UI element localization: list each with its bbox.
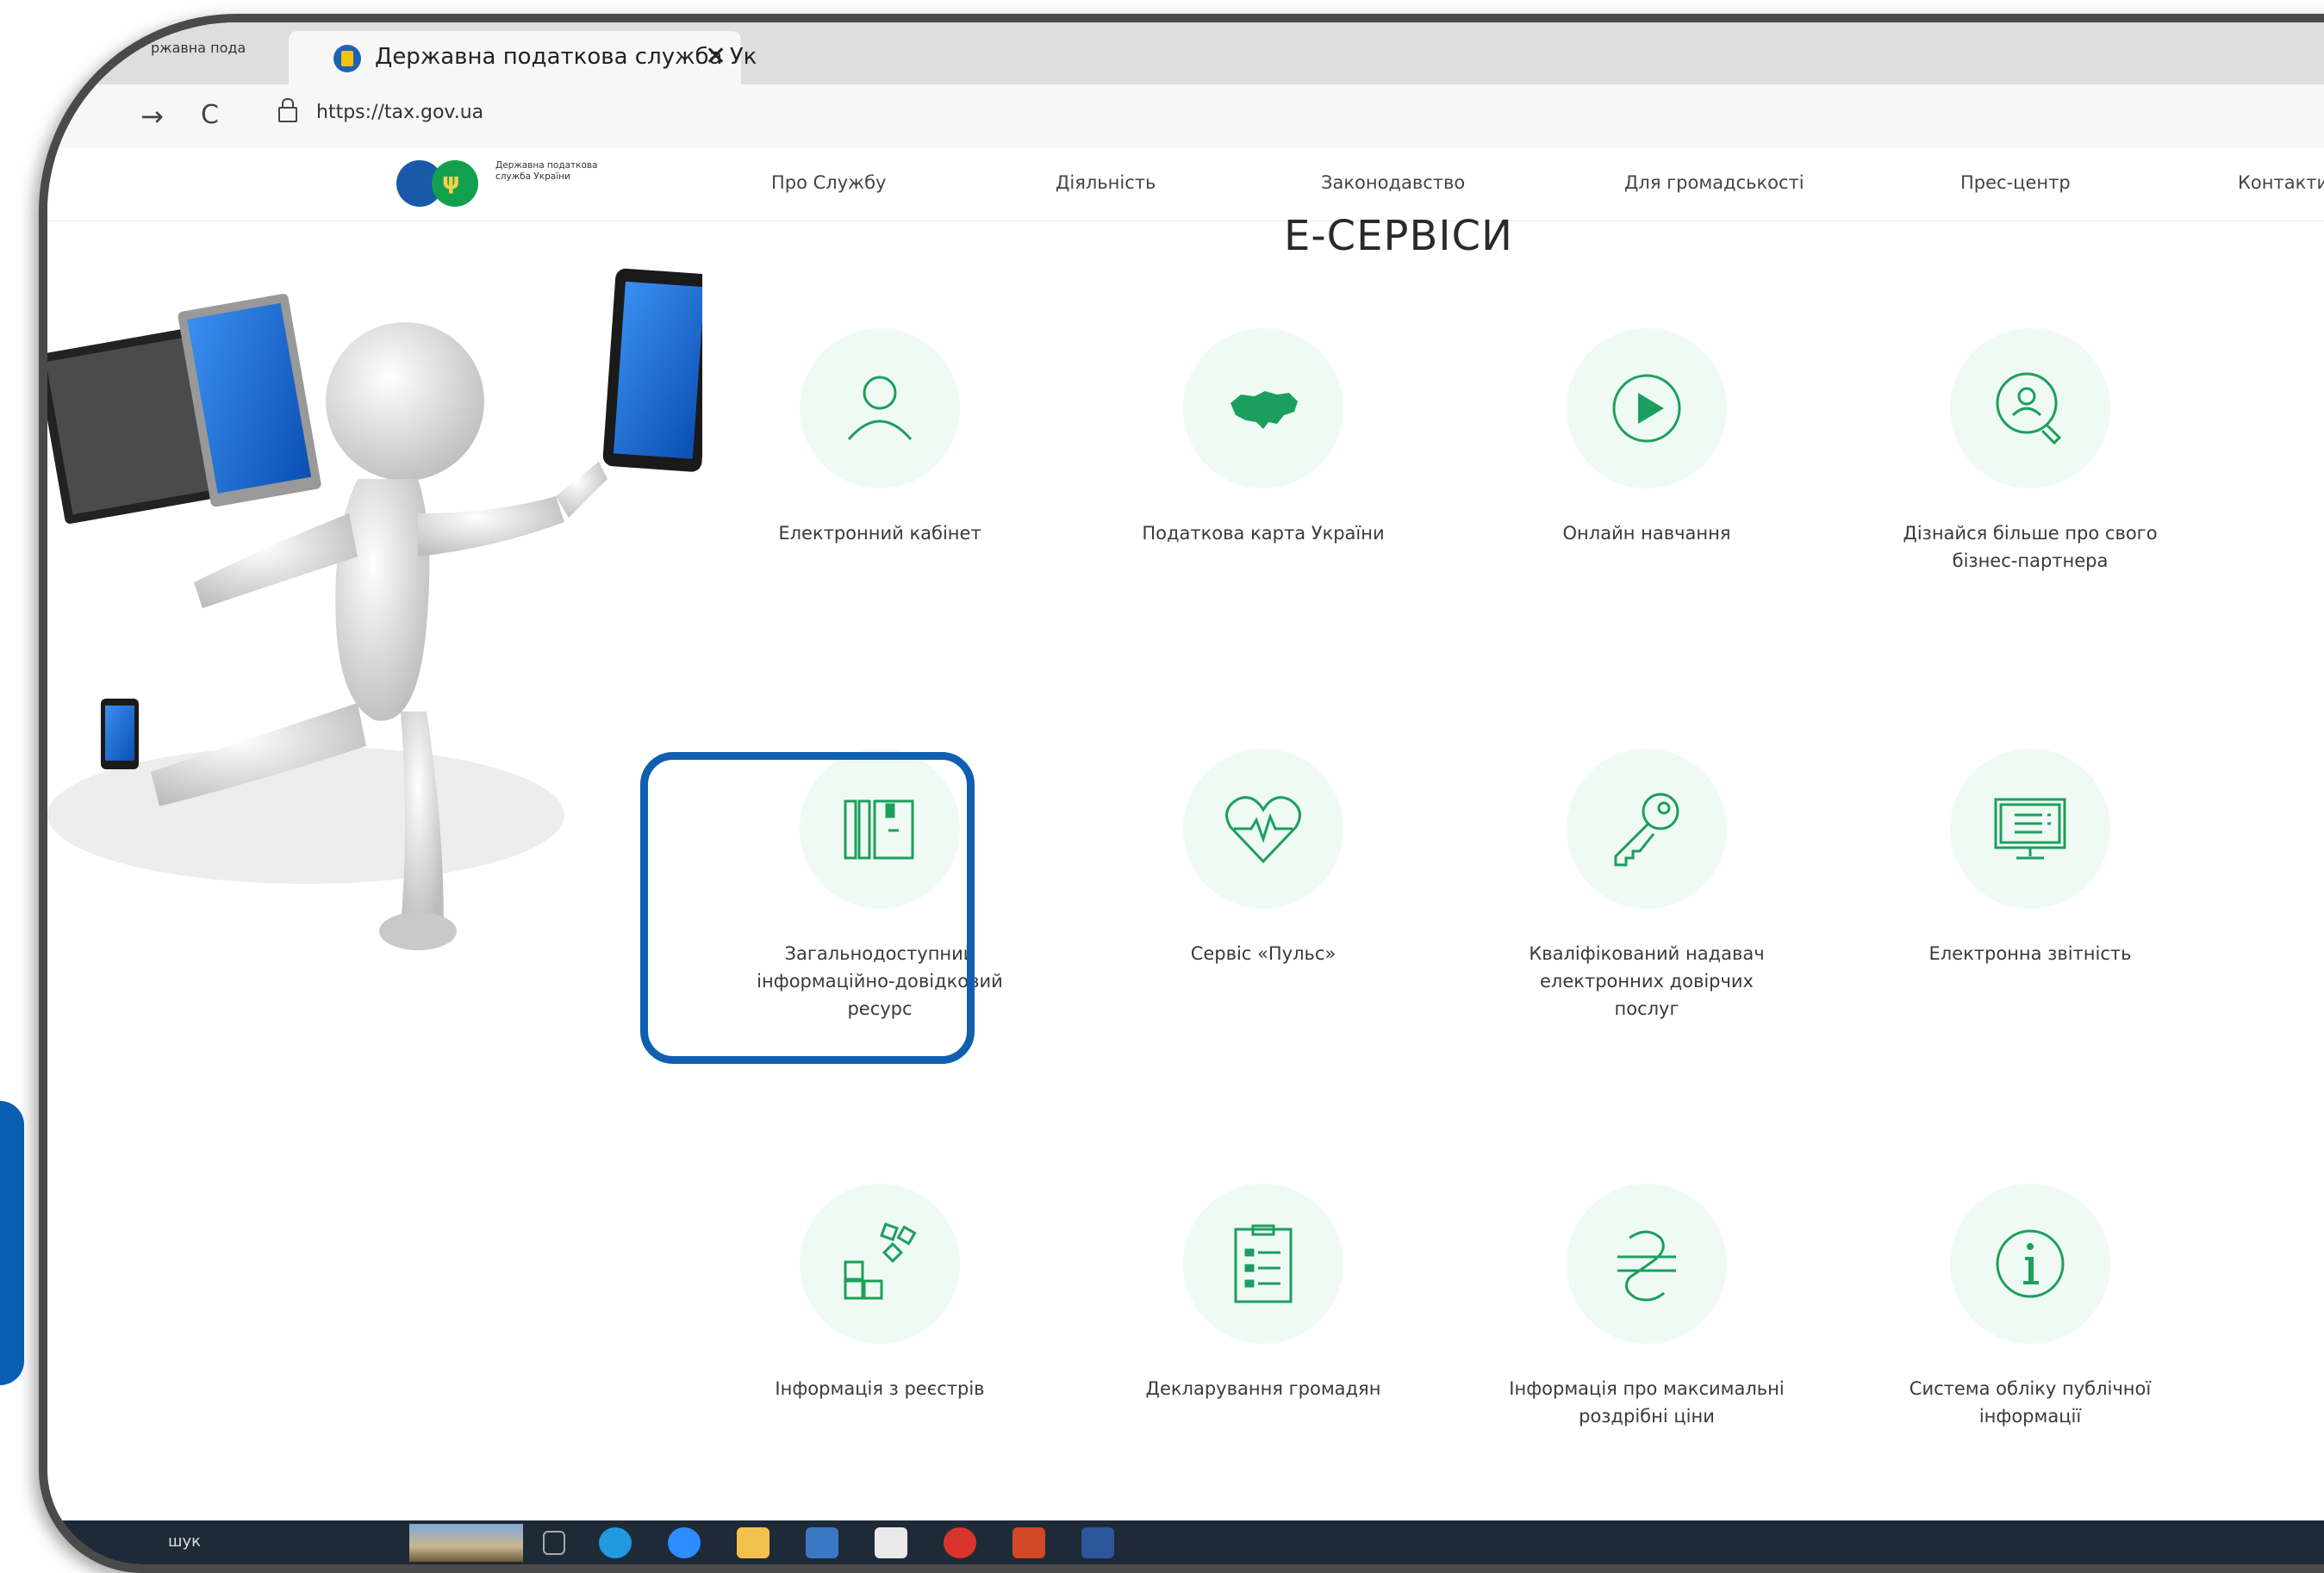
- info-icon: [1996, 1229, 2065, 1298]
- service-icon-circle: [1567, 1184, 1727, 1344]
- page-title: Е-СЕРВІСИ: [1284, 212, 1513, 260]
- taskbar-search[interactable]: шук: [168, 1533, 201, 1551]
- clipboard-list-icon: [1234, 1224, 1293, 1303]
- site-header: ψ Державна податкова служба України Про …: [47, 148, 2324, 221]
- blocks-icon: [844, 1222, 917, 1300]
- lock-icon: [278, 98, 297, 122]
- trident-icon: ψ: [442, 169, 460, 195]
- address-bar: → C https://tax.gov.ua: [47, 84, 2324, 149]
- service-icon-circle: [1950, 1184, 2110, 1344]
- service-icon-circle: [1183, 1184, 1343, 1344]
- nav-contacts[interactable]: Контакти: [2238, 172, 2324, 193]
- service-label: Електронний кабінет: [778, 523, 981, 544]
- play-icon: [1612, 374, 1681, 443]
- close-tab-icon[interactable]: ✕: [705, 41, 726, 72]
- url-field[interactable]: https://tax.gov.ua: [316, 102, 483, 123]
- tab-previous[interactable]: ржавна пода: [151, 40, 246, 56]
- tab-active[interactable]: Державна податкова служба Ук ✕: [289, 31, 757, 84]
- tab-title: Державна податкова служба Ук: [375, 44, 757, 70]
- reload-icon[interactable]: C: [201, 100, 219, 130]
- service-icon-circle: [1567, 749, 1727, 909]
- service-label: Онлайн навчання: [1562, 523, 1731, 544]
- heart-pulse-icon: [1225, 796, 1301, 864]
- tab-bar: ржавна пода Державна податкова служба Ук…: [47, 22, 2324, 84]
- file-explorer-icon[interactable]: [737, 1527, 769, 1558]
- search-user-icon: [1996, 372, 2062, 445]
- user-icon: [847, 376, 913, 440]
- service-icon-circle: [1567, 328, 1727, 488]
- nav-press[interactable]: Прес-центр: [1960, 172, 2071, 193]
- zoom-icon[interactable]: [668, 1527, 701, 1558]
- monitor-report-icon: [1994, 798, 2066, 860]
- task-view-icon[interactable]: [543, 1531, 565, 1555]
- powerpoint-icon[interactable]: [1012, 1527, 1045, 1558]
- hryvnia-icon: [1617, 1230, 1676, 1302]
- service-label: Кваліфікований надавач електронних довір…: [1529, 943, 1765, 1019]
- edge-icon[interactable]: [599, 1527, 632, 1558]
- browser-window: ржавна пода Державна податкова служба Ук…: [39, 14, 2324, 1573]
- app-red-icon[interactable]: [944, 1527, 976, 1558]
- nav-public[interactable]: Для громадськості: [1624, 172, 1804, 193]
- nav-activity[interactable]: Діяльність: [1056, 172, 1156, 193]
- service-icon-circle: [1183, 328, 1343, 488]
- service-icon-circle: [800, 328, 960, 488]
- service-label: Електронна звітність: [1928, 943, 2132, 964]
- figure-with-devices-illustration: [47, 268, 702, 950]
- service-icon-circle: [1950, 749, 2110, 909]
- service-label: Інформація про максимальні роздрібні цін…: [1509, 1378, 1785, 1427]
- service-label: Сервіс «Пульс»: [1190, 943, 1336, 964]
- logo-text: Державна податкова служба України: [495, 160, 598, 182]
- forward-icon[interactable]: →: [140, 100, 164, 133]
- taskbar: шук: [47, 1520, 2324, 1564]
- service-icon-circle: [1950, 328, 2110, 488]
- service-label: Декларування громадян: [1145, 1378, 1381, 1399]
- service-label: Інформація з реєстрів: [775, 1378, 985, 1399]
- mail-icon[interactable]: [875, 1527, 907, 1558]
- taskbar-search-image: [409, 1524, 523, 1562]
- decorative-blue-shape: [0, 1101, 24, 1385]
- key-icon: [1614, 793, 1679, 867]
- service-label: Дізнайся більше про свого бізнес-партнер…: [1903, 523, 2158, 571]
- service-icon-circle: [1183, 749, 1343, 909]
- site-favicon-icon: [333, 45, 361, 72]
- word-icon[interactable]: [1081, 1527, 1114, 1558]
- service-label: Податкова карта України: [1142, 523, 1385, 544]
- service-icon-circle: [800, 1184, 960, 1344]
- store-icon[interactable]: [806, 1527, 838, 1558]
- ukraine-map-icon: [1231, 391, 1298, 429]
- nav-about[interactable]: Про Службу: [771, 172, 886, 193]
- service-label: Система обліку публічної інформації: [1909, 1378, 2152, 1427]
- highlight-frame: [640, 752, 975, 1064]
- nav-legislation[interactable]: Законодавство: [1321, 172, 1465, 193]
